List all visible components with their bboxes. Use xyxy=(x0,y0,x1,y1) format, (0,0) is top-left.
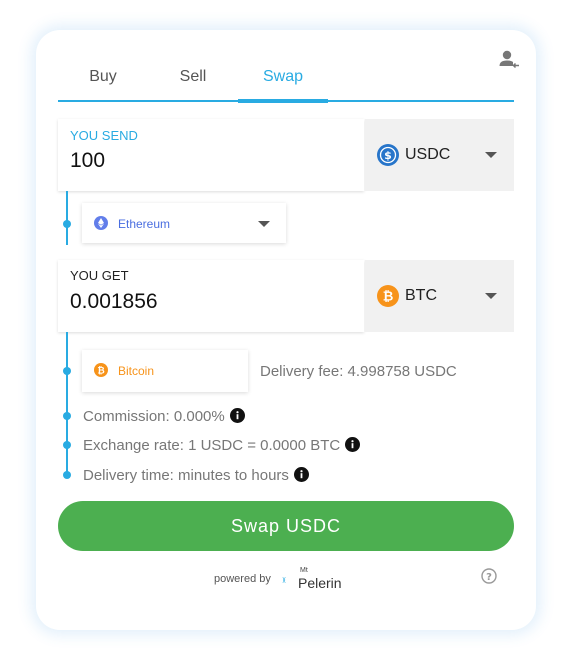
svg-text:₿: ₿ xyxy=(97,366,104,377)
get-network-label: Bitcoin xyxy=(118,364,155,378)
timeline-dot xyxy=(63,367,71,375)
bitcoin-icon: ₿ xyxy=(377,285,399,307)
powered-by-text: powered by xyxy=(214,573,271,585)
get-amount-value[interactable]: 0.001856 xyxy=(70,290,158,314)
swap-widget-card: Buy Sell Swap YOU SEND 100 $ USDC Ethere… xyxy=(36,30,536,630)
timeline-line xyxy=(66,191,68,245)
svg-text:?: ? xyxy=(486,572,492,583)
timeline-dot xyxy=(63,471,71,479)
exchange-rate-text: Exchange rate: 1 USDC = 0.0000 BTC xyxy=(83,437,341,454)
brand-prefix: Mt xyxy=(300,567,308,574)
send-amount-field[interactable]: YOU SEND 100 xyxy=(58,119,364,191)
get-network-select[interactable]: ₿ Bitcoin xyxy=(82,350,248,392)
info-icon[interactable] xyxy=(293,467,309,482)
send-currency-label: USDC xyxy=(405,146,451,163)
get-currency-select[interactable]: ₿ BTC xyxy=(365,260,514,332)
get-amount-field[interactable]: YOU GET 0.001856 xyxy=(58,260,364,332)
mt-pelerin-logo xyxy=(282,576,286,584)
exchange-rate-row: Exchange rate: 1 USDC = 0.0000 BTC xyxy=(83,437,361,454)
help-icon[interactable]: ? xyxy=(481,568,497,584)
chevron-down-icon xyxy=(258,221,270,227)
get-label: YOU GET xyxy=(70,268,129,283)
bitcoin-icon: ₿ xyxy=(94,363,108,377)
timeline-dot xyxy=(63,412,71,420)
commission-row: Commission: 0.000% xyxy=(83,408,245,425)
ethereum-icon xyxy=(94,216,108,230)
timeline-dot xyxy=(63,441,71,449)
get-currency-label: BTC xyxy=(405,287,437,304)
tab-bar: Buy Sell Swap xyxy=(58,66,514,103)
commission-text: Commission: 0.000% xyxy=(83,408,225,425)
send-currency-select[interactable]: $ USDC xyxy=(365,119,514,191)
send-network-select[interactable]: Ethereum xyxy=(82,203,286,243)
info-icon[interactable] xyxy=(345,437,361,452)
timeline-line xyxy=(66,332,68,476)
brand-name: Pelerin xyxy=(298,575,342,591)
send-label: YOU SEND xyxy=(70,128,138,143)
tab-sell[interactable]: Sell xyxy=(148,66,238,100)
tab-buy[interactable]: Buy xyxy=(58,66,148,100)
send-network-label: Ethereum xyxy=(118,217,171,231)
timeline-dot xyxy=(63,220,71,228)
swap-button[interactable]: Swap USDC xyxy=(58,501,514,551)
info-icon[interactable] xyxy=(229,408,245,423)
send-amount-input[interactable]: 100 xyxy=(70,149,105,173)
delivery-time-text: Delivery time: minutes to hours xyxy=(83,467,289,484)
svg-text:₿: ₿ xyxy=(383,290,394,305)
delivery-fee-text: Delivery fee: 4.998758 USDC xyxy=(260,363,457,380)
delivery-time-row: Delivery time: minutes to hours xyxy=(83,467,309,484)
usdc-icon: $ xyxy=(377,144,399,166)
chevron-down-icon xyxy=(485,293,497,299)
svg-text:$: $ xyxy=(384,149,392,162)
tab-swap[interactable]: Swap xyxy=(238,66,328,103)
chevron-down-icon xyxy=(485,152,497,158)
